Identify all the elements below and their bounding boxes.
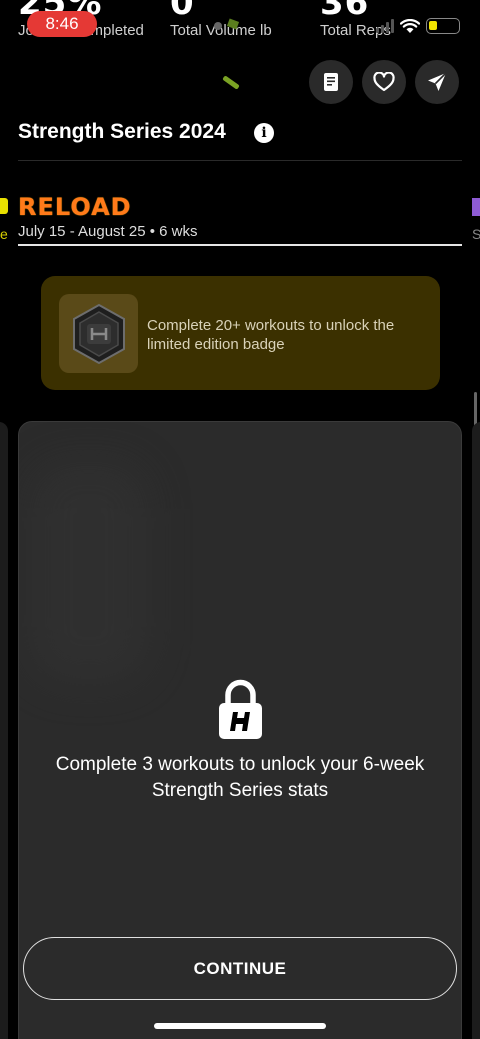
previous-phase-peek[interactable] — [0, 198, 8, 214]
phase-dates: July 15 - August 25 • 6 wks — [18, 223, 198, 240]
share-button[interactable] — [415, 60, 459, 104]
page-title: Strength Series 2024 — [18, 120, 226, 143]
stat-volume: 0 Total Volume lb — [170, 0, 272, 39]
badge-icon — [72, 303, 125, 364]
previous-card-peek[interactable] — [0, 422, 8, 1039]
battery-icon — [426, 18, 460, 34]
phase-underline — [18, 244, 462, 246]
phase-name[interactable]: RELOAD — [18, 193, 132, 221]
stat-value: 0 — [170, 0, 195, 23]
favorite-button[interactable] — [362, 60, 406, 104]
badge-description: Complete 20+ workouts to unlock the limi… — [147, 317, 395, 353]
next-phase-text: S — [472, 226, 480, 242]
info-icon[interactable]: i — [254, 123, 274, 143]
confetti-piece — [222, 75, 240, 90]
home-indicator[interactable] — [154, 1023, 326, 1029]
confetti-dot — [214, 22, 222, 30]
status-icons — [376, 18, 460, 34]
blurred-background — [29, 462, 149, 682]
badge-card[interactable]: Complete 20+ workouts to unlock the limi… — [41, 276, 440, 390]
continue-button[interactable]: CONTINUE — [23, 937, 457, 1000]
previous-phase-text: e — [0, 226, 8, 242]
unlock-message: Complete 3 workouts to unlock your 6-wee… — [55, 754, 425, 801]
badge-thumbnail — [59, 294, 138, 373]
status-time: 8:46 — [27, 11, 97, 37]
journal-button[interactable] — [309, 60, 353, 104]
book-icon — [324, 73, 338, 91]
divider — [18, 160, 462, 161]
signal-icon — [376, 19, 394, 33]
lock-icon — [219, 679, 262, 739]
next-phase-peek[interactable] — [472, 198, 480, 216]
heart-icon — [373, 72, 395, 92]
next-card-peek[interactable] — [472, 422, 480, 1039]
send-icon — [428, 72, 447, 91]
wifi-icon — [400, 18, 420, 33]
stat-value: 36 — [320, 0, 370, 23]
